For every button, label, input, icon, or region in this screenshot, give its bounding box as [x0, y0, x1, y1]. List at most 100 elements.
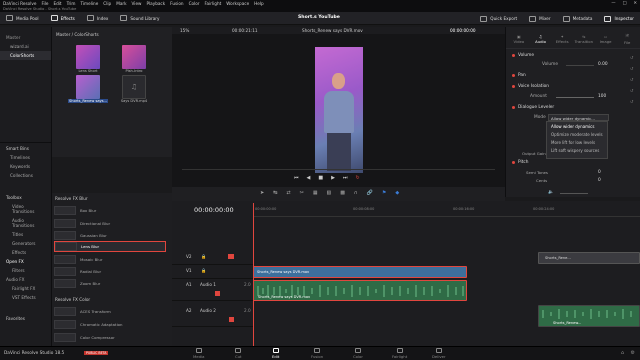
page-tab-cut[interactable]: Cut	[235, 348, 242, 359]
fx-cat-open-fx[interactable]: Open FX	[0, 257, 51, 266]
clip-item[interactable]: Shorts_Renew says...	[68, 75, 108, 103]
reset-icon[interactable]: ↺	[630, 77, 633, 82]
menu-fairlight[interactable]: Fairlight	[205, 1, 222, 6]
speaker-icon[interactable]: 🔈	[548, 190, 554, 195]
fx-item[interactable]: Zoom Blur	[54, 278, 166, 289]
fx-cat-titles[interactable]: Titles	[0, 230, 51, 239]
overwrite-icon[interactable]: ▧	[327, 190, 332, 196]
fx-item[interactable]: Directional Blur	[54, 218, 166, 229]
snap-icon[interactable]: ∩	[354, 190, 358, 196]
audio-clip-a1[interactable]: Shorts_Renew says DVR.mov	[253, 280, 467, 301]
mode-select[interactable]: Allow wider dynamic...	[548, 114, 609, 121]
rewind-icon[interactable]: ◀	[307, 175, 311, 181]
amount-slider[interactable]	[556, 97, 594, 98]
media-pool-button[interactable]: Media Pool	[0, 13, 45, 24]
smart-bin-timelines[interactable]: Timelines	[0, 153, 52, 162]
volume-value[interactable]: 0.00	[598, 62, 608, 67]
menu-trim[interactable]: Trim	[67, 1, 76, 6]
home-icon[interactable]: ⌂	[621, 350, 624, 356]
audio-clip-a2-right[interactable]: Shorts_Renew...	[538, 305, 640, 327]
volume-slider[interactable]	[566, 65, 594, 66]
fx-item[interactable]: Gaussian Blur	[54, 230, 166, 241]
fx-item[interactable]: Box Blur	[54, 205, 166, 216]
page-tab-color[interactable]: Color	[353, 348, 363, 359]
mixer-button[interactable]: Mixer	[523, 13, 556, 24]
fx-cat-video-transitions[interactable]: Video Transitions	[0, 202, 51, 216]
clip-item[interactable]: Plsh-Intro	[114, 45, 154, 73]
menu-file[interactable]: File	[41, 1, 48, 6]
section-volume[interactable]: Volume	[512, 53, 534, 58]
fx-cat-effects[interactable]: Effects	[0, 248, 51, 257]
fx-item[interactable]: Mosaic Blur	[54, 254, 166, 265]
reset-icon[interactable]: ↺	[630, 55, 633, 60]
link-icon[interactable]: 🔗	[367, 190, 373, 196]
viewer-zoom[interactable]: 15%	[180, 28, 189, 33]
page-tab-media[interactable]: Media	[193, 348, 204, 359]
play-icon[interactable]: ▶	[331, 175, 335, 181]
cents-value[interactable]: 0	[598, 178, 601, 183]
smart-bin-collections[interactable]: Collections	[0, 171, 52, 180]
menu-mark[interactable]: Mark	[116, 1, 126, 6]
lock-icon[interactable]: 🔒	[201, 268, 206, 274]
clip-item[interactable]: Lens Short	[68, 45, 108, 73]
flag-icon[interactable]: ⚑	[382, 190, 386, 196]
enable-dot[interactable]	[512, 161, 515, 164]
enable-dot[interactable]	[512, 74, 515, 77]
semitones-value[interactable]: 0	[598, 170, 601, 175]
settings-gear-icon[interactable]: ⚙	[631, 350, 635, 356]
replace-icon[interactable]: ▩	[340, 190, 345, 196]
menu-help[interactable]: Help	[254, 1, 264, 6]
close-icon[interactable]: ✕	[633, 0, 637, 5]
insert-icon[interactable]: ▦	[313, 190, 318, 196]
fx-item[interactable]: Color Compressor	[54, 332, 166, 343]
skip-end-icon[interactable]: ⏭	[343, 175, 348, 181]
track-toggle[interactable]	[228, 254, 234, 259]
sound-library-button[interactable]: Sound Library	[114, 13, 165, 24]
fx-cat-audio-transitions[interactable]: Audio Transitions	[0, 216, 51, 230]
fx-cat-filters[interactable]: Filters	[0, 266, 51, 275]
minimize-icon[interactable]: —	[611, 0, 615, 5]
bin-wizard[interactable]: wizard.ai	[0, 42, 51, 51]
lock-icon[interactable]: 🔒	[201, 254, 206, 260]
fx-item[interactable]: Chromatic Adaptation	[54, 319, 166, 330]
fx-cat-generators[interactable]: Generators	[0, 239, 51, 248]
skip-start-icon[interactable]: ⏮	[294, 175, 299, 181]
index-button[interactable]: Index	[81, 13, 115, 24]
marker-icon[interactable]: ◆	[395, 190, 399, 196]
page-tab-fairlight[interactable]: Fairlight	[392, 348, 407, 359]
page-tab-edit[interactable]: Edit	[272, 348, 279, 359]
enable-dot[interactable]	[512, 106, 515, 109]
enable-dot[interactable]	[512, 85, 515, 88]
menu-playback[interactable]: Playback	[146, 1, 165, 6]
menu-color[interactable]: Color	[189, 1, 200, 6]
timeline-ruler[interactable]: 00:00:00:00 00:00:08:00 00:00:16:00 00:0…	[253, 201, 640, 217]
reset-icon[interactable]: ↺	[630, 66, 633, 71]
menu-workspace[interactable]: Workspace	[226, 1, 249, 6]
section-pitch[interactable]: Pitch	[512, 160, 528, 165]
fx-cat-fairlight-fx[interactable]: Fairlight FX	[0, 284, 51, 293]
mute-button[interactable]	[229, 317, 234, 322]
trim-icon[interactable]: ↹	[273, 190, 277, 196]
mode-option[interactable]: Optimize moderate levels	[547, 130, 607, 138]
video-clip-v1[interactable]: Shorts_Renew says DVR.mov	[253, 266, 467, 278]
mode-option[interactable]: Lift soft wispery sources	[547, 146, 607, 154]
inspector-tab-audio[interactable]: ♫ Audio	[530, 34, 552, 44]
fx-cat-audio-fx[interactable]: Audio FX	[0, 275, 51, 284]
inspector-tab-file[interactable]: 🗎 File	[616, 33, 638, 45]
bin-master[interactable]: Master	[0, 33, 51, 42]
menu-clip[interactable]: Clip	[103, 1, 111, 6]
fx-item[interactable]: Radial Blur	[54, 266, 166, 277]
dynamic-trim-icon[interactable]: ⇄	[286, 190, 290, 196]
loop-icon[interactable]: ↻	[355, 175, 359, 181]
menu-davinci[interactable]: DaVinci Resolve	[3, 1, 36, 6]
blade-icon[interactable]: ✂	[300, 190, 304, 196]
pointer-icon[interactable]: ➤	[260, 190, 264, 196]
maximize-icon[interactable]: □	[623, 0, 627, 5]
amount-value[interactable]: 100	[598, 94, 606, 99]
page-tab-deliver[interactable]: Deliver	[432, 348, 446, 359]
section-dialogue-leveler[interactable]: Dialogue Leveler	[512, 105, 554, 110]
section-pan[interactable]: Pan	[512, 73, 526, 78]
mode-option[interactable]: More lift for low levels	[547, 138, 607, 146]
reset-icon[interactable]: ↺	[630, 88, 633, 93]
inspector-button[interactable]: Inspector	[598, 13, 640, 24]
